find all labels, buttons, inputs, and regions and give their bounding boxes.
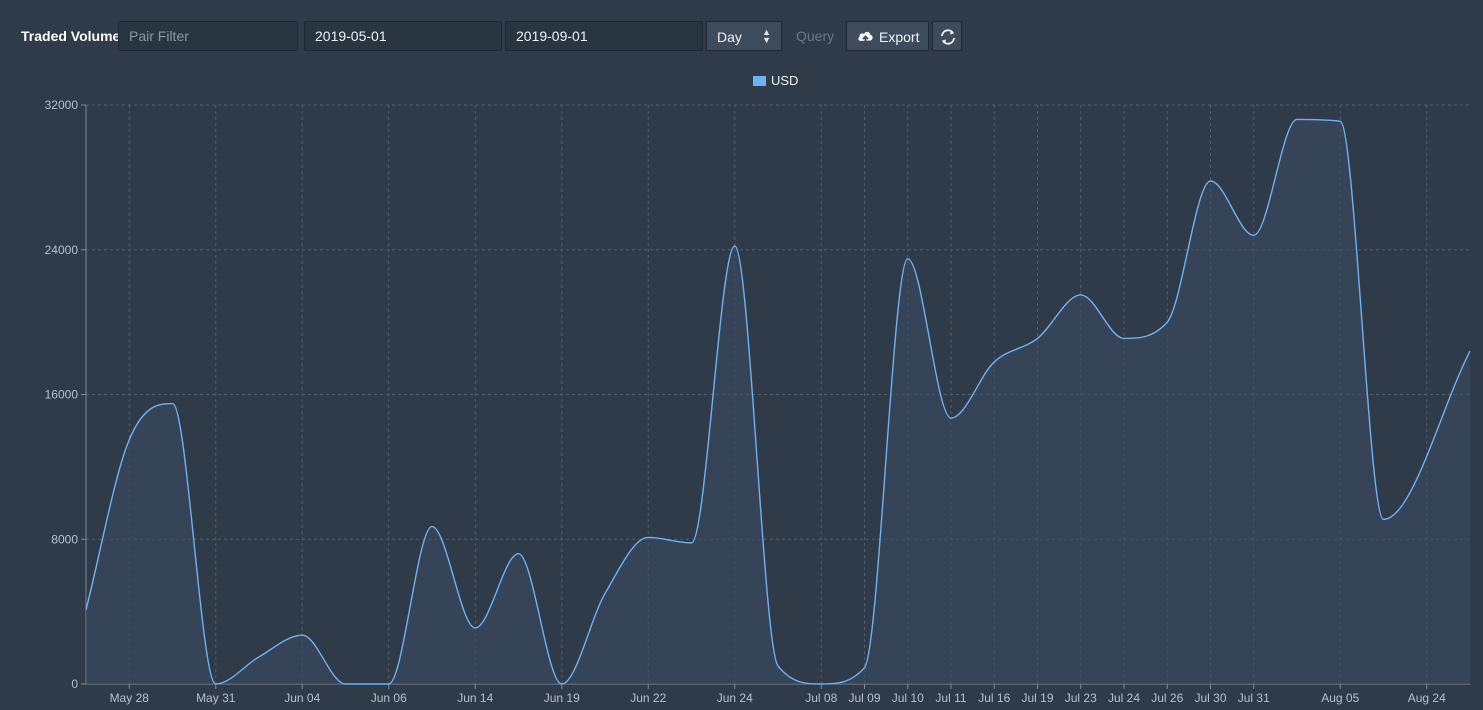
x-tick-label: Jul 08 — [805, 691, 837, 705]
x-tick-label: Jul 26 — [1151, 691, 1183, 705]
x-tick-label: Jul 24 — [1108, 691, 1140, 705]
x-tick-label: Jun 14 — [457, 691, 493, 705]
data-point[interactable] — [1294, 116, 1300, 122]
data-point[interactable] — [170, 401, 176, 407]
x-tick-label: Jul 11 — [935, 691, 966, 705]
data-point[interactable] — [1208, 178, 1214, 184]
data-point[interactable] — [1035, 335, 1041, 341]
x-tick-label: Jun 04 — [284, 691, 320, 705]
y-tick-label: 8000 — [51, 532, 78, 546]
y-tick-label: 16000 — [45, 388, 79, 402]
x-tick-label: Jun 22 — [630, 691, 666, 705]
data-point[interactable] — [775, 663, 781, 669]
data-point[interactable] — [732, 243, 738, 249]
x-tick-label: Jun 24 — [717, 691, 753, 705]
x-tick-label: Jun 06 — [371, 691, 407, 705]
data-point[interactable] — [818, 681, 824, 687]
data-point[interactable] — [1337, 118, 1343, 124]
data-point[interactable] — [1164, 319, 1170, 325]
x-tick-label: Jun 19 — [544, 691, 580, 705]
data-point[interactable] — [386, 681, 392, 687]
x-tick-label: Jul 30 — [1194, 691, 1226, 705]
chart-series — [83, 116, 1473, 687]
data-point[interactable] — [256, 654, 262, 660]
x-tick-label: Aug 05 — [1321, 691, 1359, 705]
y-tick-label: 0 — [71, 677, 78, 691]
data-point[interactable] — [1078, 292, 1084, 298]
x-tick-label: May 31 — [196, 691, 236, 705]
x-tick-label: Jul 31 — [1238, 691, 1270, 705]
data-point[interactable] — [343, 681, 349, 687]
data-point[interactable] — [126, 437, 132, 443]
data-point[interactable] — [299, 632, 305, 638]
data-point[interactable] — [1121, 335, 1127, 341]
data-point[interactable] — [602, 591, 608, 597]
y-tick-label: 24000 — [45, 243, 79, 257]
x-tick-label: May 28 — [110, 691, 150, 705]
x-tick-label: Jul 16 — [978, 691, 1010, 705]
traded-volume-chart: 0 8000 16000 24000 32000 May 28 May 31 Jun 04 Ju… — [45, 98, 1473, 705]
x-tick-label: Jul 19 — [1021, 691, 1053, 705]
data-point[interactable] — [472, 625, 478, 631]
data-point[interactable] — [689, 540, 695, 546]
x-tick-label: Jul 23 — [1065, 691, 1097, 705]
data-point[interactable] — [516, 551, 522, 557]
data-point[interactable] — [1251, 232, 1257, 238]
data-point[interactable] — [83, 607, 89, 613]
data-point[interactable] — [991, 359, 997, 365]
series-area-usd — [86, 119, 1470, 685]
data-point[interactable] — [862, 665, 868, 671]
data-point[interactable] — [559, 681, 565, 687]
data-point[interactable] — [213, 681, 219, 687]
data-point[interactable] — [645, 534, 651, 540]
data-point[interactable] — [948, 415, 954, 421]
data-point[interactable] — [1467, 348, 1473, 354]
x-tick-label: Jul 10 — [892, 691, 924, 705]
x-tick-label: Aug 24 — [1408, 691, 1446, 705]
data-point[interactable] — [905, 256, 911, 262]
data-point[interactable] — [1381, 516, 1387, 522]
data-point[interactable] — [429, 524, 435, 530]
y-tick-label: 32000 — [45, 98, 79, 112]
x-tick-label: Jul 09 — [848, 691, 880, 705]
